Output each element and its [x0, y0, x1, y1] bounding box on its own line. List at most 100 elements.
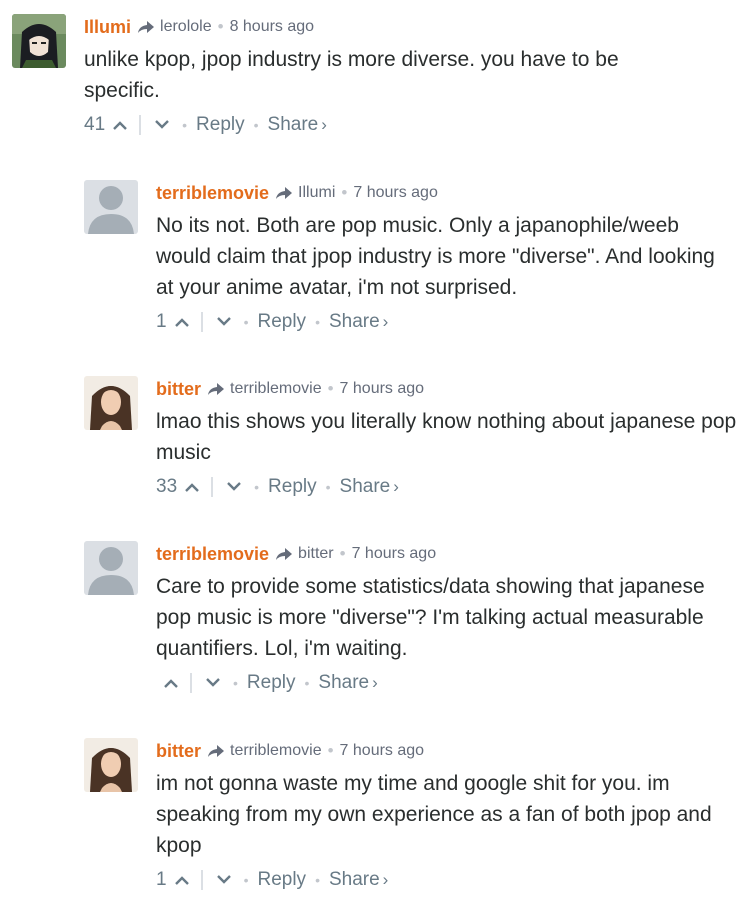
comment-text: unlike kpop, jpop industry is more diver…	[84, 48, 619, 102]
upvote-count: 33	[156, 476, 178, 497]
author-link[interactable]: terriblemovie	[156, 183, 269, 204]
reply-button[interactable]: Reply	[257, 311, 306, 333]
share-label: Share	[328, 311, 380, 332]
upvote-count: 1	[156, 869, 167, 890]
comment-meta: terriblemovie Illumi • 7 hours ago	[156, 180, 741, 206]
timestamp-link[interactable]: 7 hours ago	[340, 742, 425, 760]
comment-body: Illumi lerolole • 8 hours ago unlike kpo…	[84, 14, 684, 138]
photo-avatar[interactable]	[84, 376, 138, 430]
downvote-icon[interactable]	[223, 482, 245, 492]
reply-arrow-icon	[207, 744, 225, 758]
comment-body: bitter terriblemovie • 7 hours ago lmao …	[156, 376, 741, 500]
vote-divider	[139, 115, 142, 135]
comment-actions: 41 • Reply • Share ›	[84, 112, 684, 138]
default-avatar[interactable]	[84, 180, 138, 234]
comment-text: No its not. Both are pop music. Only a j…	[156, 214, 715, 299]
parent-author-link[interactable]: lerolole	[160, 18, 212, 36]
upvote-icon[interactable]	[181, 482, 203, 492]
parent-author-link[interactable]: bitter	[298, 545, 334, 563]
timestamp-link[interactable]: 7 hours ago	[352, 545, 437, 563]
share-label: Share	[318, 672, 370, 693]
comment-body: terriblemovie Illumi • 7 hours ago No it…	[156, 180, 741, 335]
author-link[interactable]: bitter	[156, 379, 201, 400]
action-separator: •	[243, 314, 249, 330]
timestamp-link[interactable]: 8 hours ago	[230, 18, 315, 36]
share-chevron-icon: ›	[382, 870, 389, 889]
comment-body: bitter terriblemovie • 7 hours ago im no…	[156, 738, 741, 893]
comment-actions: 33 • Reply • Share ›	[156, 474, 741, 500]
reply-arrow-icon	[207, 382, 225, 396]
vote-divider	[190, 673, 192, 693]
reply-button[interactable]: Reply	[257, 869, 306, 891]
comment-thread: Illumi lerolole • 8 hours ago unlike kpo…	[0, 0, 745, 909]
author-link[interactable]: Illumi	[84, 17, 131, 38]
upvote-icon[interactable]	[109, 120, 131, 130]
share-button[interactable]: Share ›	[329, 311, 388, 333]
author-link[interactable]: terriblemovie	[156, 544, 269, 565]
share-button[interactable]: Share ›	[318, 672, 377, 694]
reply-button[interactable]: Reply	[268, 476, 317, 498]
downvote-icon[interactable]	[213, 875, 235, 885]
parent-author-link[interactable]: terriblemovie	[230, 380, 322, 398]
reply-button[interactable]: Reply	[196, 114, 245, 136]
default-avatar[interactable]	[84, 541, 138, 595]
meta-separator: •	[341, 183, 348, 202]
timestamp-link[interactable]: 7 hours ago	[340, 380, 425, 398]
reply-arrow-icon	[275, 547, 293, 561]
vote-divider	[200, 870, 203, 890]
downvote-icon[interactable]	[151, 120, 173, 130]
vote-divider	[200, 312, 203, 332]
action-separator: •	[315, 872, 320, 888]
action-separator: •	[315, 314, 320, 330]
comment-actions: • Reply • Share ›	[156, 670, 741, 696]
share-button[interactable]: Share ›	[268, 114, 327, 136]
meta-separator: •	[327, 741, 334, 760]
anime-avatar[interactable]	[12, 14, 66, 68]
action-separator: •	[325, 479, 331, 495]
parent-author-link[interactable]: Illumi	[298, 184, 335, 202]
meta-separator: •	[327, 379, 334, 398]
downvote-icon[interactable]	[213, 317, 235, 327]
action-separator: •	[253, 117, 259, 133]
upvote-count: 41	[84, 114, 106, 135]
photo-avatar[interactable]	[84, 738, 138, 792]
action-separator: •	[304, 675, 310, 691]
comment-meta: terriblemovie bitter • 7 hours ago	[156, 541, 741, 567]
comment-meta: Illumi lerolole • 8 hours ago	[84, 14, 684, 40]
timestamp-link[interactable]: 7 hours ago	[353, 184, 438, 202]
author-link[interactable]: bitter	[156, 741, 201, 762]
vote-divider	[211, 477, 214, 497]
share-button[interactable]: Share ›	[340, 476, 399, 498]
comment-text: im not gonna waste my time and google sh…	[156, 772, 712, 857]
action-separator: •	[254, 479, 260, 495]
action-separator: •	[243, 872, 249, 888]
share-chevron-icon: ›	[382, 312, 389, 331]
upvote-icon[interactable]	[160, 678, 182, 688]
comment-meta: bitter terriblemovie • 7 hours ago	[156, 738, 741, 764]
comment-text: Care to provide some statistics/data sho…	[156, 575, 705, 660]
reply-button[interactable]: Reply	[247, 672, 296, 694]
downvote-icon[interactable]	[202, 678, 224, 688]
comment-body: terriblemovie bitter • 7 hours ago Care …	[156, 541, 741, 696]
comment-text: lmao this shows you literally know nothi…	[156, 410, 737, 464]
share-chevron-icon: ›	[321, 115, 327, 134]
share-label: Share	[267, 114, 319, 135]
comment-actions: 1 • Reply • Share ›	[156, 309, 741, 335]
comment-actions: 1 • Reply • Share ›	[156, 867, 741, 893]
upvote-icon[interactable]	[171, 875, 193, 885]
share-button[interactable]: Share ›	[329, 869, 388, 891]
parent-author-link[interactable]: terriblemovie	[230, 742, 322, 760]
share-label: Share	[339, 476, 391, 497]
upvote-icon[interactable]	[171, 317, 193, 327]
share-chevron-icon: ›	[372, 673, 378, 692]
action-separator: •	[182, 117, 188, 133]
reply-arrow-icon	[137, 20, 155, 34]
share-label: Share	[328, 869, 380, 890]
reply-arrow-icon	[275, 186, 293, 200]
upvote-count: 1	[156, 311, 167, 332]
comment-meta: bitter terriblemovie • 7 hours ago	[156, 376, 741, 402]
meta-separator: •	[339, 544, 346, 563]
share-chevron-icon: ›	[393, 477, 399, 496]
meta-separator: •	[217, 17, 224, 36]
action-separator: •	[233, 675, 238, 691]
